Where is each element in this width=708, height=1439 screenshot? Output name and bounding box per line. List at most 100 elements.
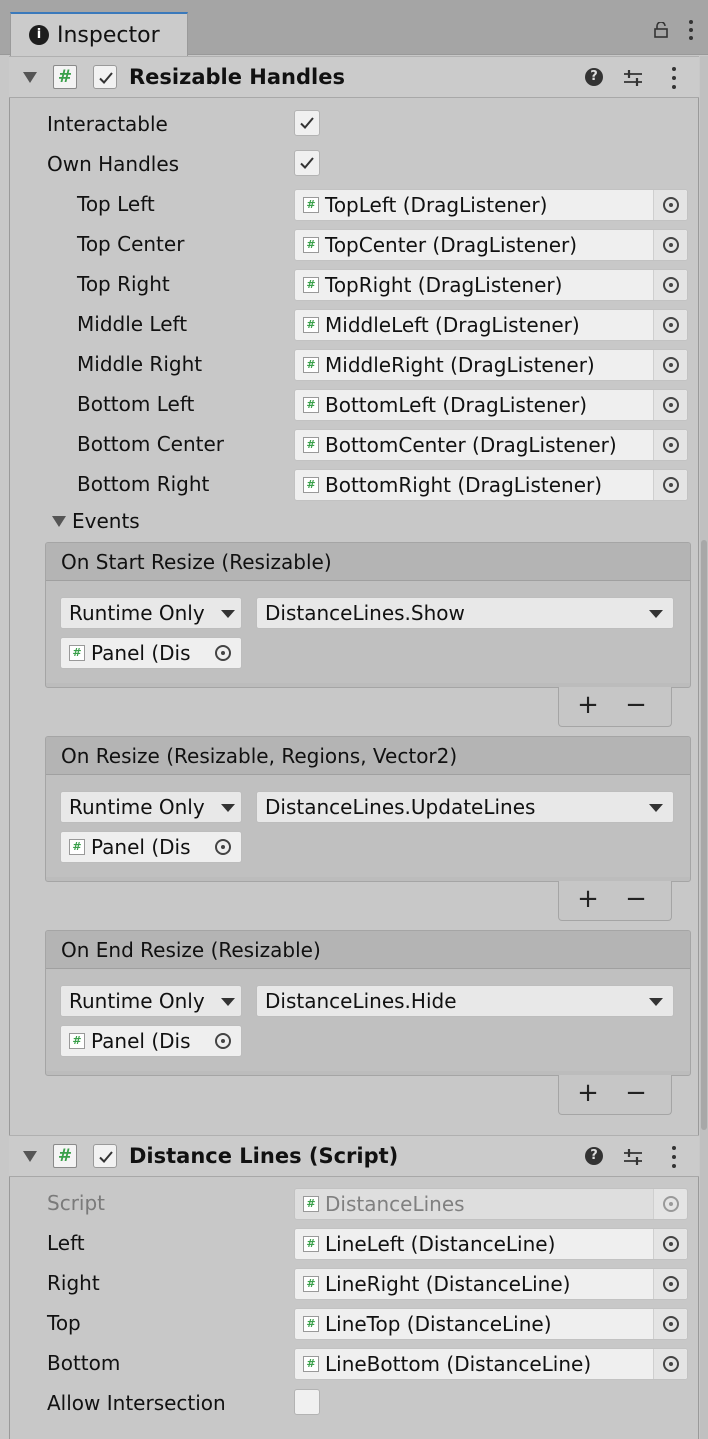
object-picker-button[interactable]	[653, 1229, 687, 1259]
handle-field-top-left[interactable]: # TopLeft (DragListener)	[294, 189, 688, 221]
object-picker-icon[interactable]	[215, 645, 231, 661]
handle-label-top-center: Top Center	[77, 232, 185, 256]
runtime-mode-dropdown[interactable]: Runtime Only	[60, 597, 242, 629]
object-picker-icon	[663, 1316, 679, 1332]
checkmark-icon	[300, 157, 314, 169]
top-line-field[interactable]: # LineTop (DistanceLine)	[294, 1308, 688, 1340]
interactable-checkbox[interactable]	[294, 110, 320, 136]
event-title: On End Resize (Resizable)	[61, 938, 321, 962]
dropdown-value: Runtime Only	[69, 989, 205, 1013]
object-picker-button[interactable]	[653, 230, 687, 260]
object-picker-button[interactable]	[653, 310, 687, 340]
events-foldout-icon[interactable]	[52, 516, 66, 527]
add-listener-button[interactable]: +	[573, 886, 603, 913]
target-object-field[interactable]: # Panel (Dis	[60, 637, 242, 669]
script-icon: #	[303, 277, 319, 293]
remove-listener-button[interactable]: −	[621, 886, 651, 913]
handle-field-top-center[interactable]: # TopCenter (DragListener)	[294, 229, 688, 261]
inspector-window: i Inspector # Resizable Handles ? Intera…	[0, 0, 708, 1439]
event-listener-entry[interactable]: Runtime Only DistanceLines.Hide # Panel …	[46, 969, 690, 1071]
script-icon: #	[53, 1144, 77, 1168]
right-line-field[interactable]: # LineRight (DistanceLine)	[294, 1268, 688, 1300]
add-listener-button[interactable]: +	[573, 692, 603, 719]
component-header-resizable[interactable]: # Resizable Handles ?	[9, 56, 699, 98]
field-value: MiddleRight (DragListener)	[325, 353, 595, 377]
add-listener-button[interactable]: +	[573, 1080, 603, 1107]
object-picker-button[interactable]	[653, 470, 687, 500]
handle-field-middle-right[interactable]: # MiddleRight (DragListener)	[294, 349, 688, 381]
checkmark-icon	[99, 1151, 113, 1163]
object-picker-button[interactable]	[653, 1349, 687, 1379]
events-foldout-label[interactable]: Events	[72, 509, 140, 533]
handle-field-top-right[interactable]: # TopRight (DragListener)	[294, 269, 688, 301]
help-icon[interactable]: ?	[585, 68, 603, 86]
object-picker-icon	[663, 317, 679, 333]
runtime-mode-dropdown[interactable]: Runtime Only	[60, 985, 242, 1017]
object-picker-button[interactable]	[653, 430, 687, 460]
script-icon: #	[303, 1236, 319, 1252]
script-icon: #	[303, 477, 319, 493]
target-object-field[interactable]: # Panel (Dis	[60, 831, 242, 863]
event-add-remove-bar: + −	[558, 1075, 672, 1115]
foldout-arrow-icon[interactable]	[23, 72, 37, 83]
preset-sliders-icon[interactable]	[623, 68, 643, 88]
event-listener-entry[interactable]: Runtime Only DistanceLines.UpdateLines #…	[46, 775, 690, 877]
handle-label-middle-right: Middle Right	[77, 352, 203, 376]
object-picker-button[interactable]	[653, 390, 687, 420]
function-dropdown[interactable]: DistanceLines.UpdateLines	[256, 791, 674, 823]
object-picker-button[interactable]	[653, 350, 687, 380]
component-title: Distance Lines (Script)	[129, 1144, 399, 1168]
object-picker-icon[interactable]	[215, 1033, 231, 1049]
handle-field-bottom-right[interactable]: # BottomRight (DragListener)	[294, 469, 688, 501]
own-handles-checkbox[interactable]	[294, 150, 320, 176]
lock-icon[interactable]	[654, 22, 668, 38]
component-menu-icon[interactable]	[671, 67, 677, 89]
script-icon: #	[303, 1316, 319, 1332]
field-value: LineTop (DistanceLine)	[325, 1312, 552, 1336]
scrollbar-thumb[interactable]	[701, 540, 707, 1130]
event-header: On Start Resize (Resizable)	[46, 543, 690, 581]
function-dropdown[interactable]: DistanceLines.Hide	[256, 985, 674, 1017]
object-picker-button[interactable]	[653, 1309, 687, 1339]
handle-field-bottom-center[interactable]: # BottomCenter (DragListener)	[294, 429, 688, 461]
object-picker-button[interactable]	[653, 190, 687, 220]
target-value: Panel (Dis	[91, 641, 191, 665]
preset-sliders-icon[interactable]	[623, 1147, 643, 1167]
handle-field-bottom-left[interactable]: # BottomLeft (DragListener)	[294, 389, 688, 421]
object-picker-button[interactable]	[653, 1269, 687, 1299]
component-enable-checkbox[interactable]	[93, 1144, 117, 1168]
object-picker-icon	[663, 277, 679, 293]
object-picker-button[interactable]	[653, 270, 687, 300]
handle-label-bottom-center: Bottom Center	[77, 432, 225, 456]
script-icon: #	[303, 1196, 319, 1212]
script-label: Script	[47, 1191, 106, 1215]
kebab-menu-icon[interactable]	[688, 20, 694, 40]
bottom-line-field[interactable]: # LineBottom (DistanceLine)	[294, 1348, 688, 1380]
script-icon: #	[303, 197, 319, 213]
allow-intersection-checkbox[interactable]	[294, 1389, 320, 1415]
script-icon: #	[53, 65, 77, 89]
remove-listener-button[interactable]: −	[621, 692, 651, 719]
component-menu-icon[interactable]	[671, 1146, 677, 1168]
chevron-down-icon	[649, 610, 663, 618]
checkmark-icon	[99, 72, 113, 84]
event-header: On Resize (Resizable, Regions, Vector2)	[46, 737, 690, 775]
target-object-field[interactable]: # Panel (Dis	[60, 1025, 242, 1057]
component-enable-checkbox[interactable]	[93, 65, 117, 89]
field-value: LineBottom (DistanceLine)	[325, 1352, 592, 1376]
component-header-distance-lines[interactable]: # Distance Lines (Script) ?	[9, 1135, 699, 1177]
handle-field-middle-left[interactable]: # MiddleLeft (DragListener)	[294, 309, 688, 341]
event-listener-entry[interactable]: Runtime Only DistanceLines.Show # Panel …	[46, 581, 690, 683]
function-dropdown[interactable]: DistanceLines.Show	[256, 597, 674, 629]
left-line-field[interactable]: # LineLeft (DistanceLine)	[294, 1228, 688, 1260]
object-picker-icon[interactable]	[215, 839, 231, 855]
runtime-mode-dropdown[interactable]: Runtime Only	[60, 791, 242, 823]
dropdown-value: DistanceLines.Hide	[265, 989, 457, 1013]
chevron-down-icon	[221, 998, 235, 1006]
target-value: Panel (Dis	[91, 835, 191, 859]
script-field: # DistanceLines	[294, 1188, 688, 1220]
remove-listener-button[interactable]: −	[621, 1080, 651, 1107]
tab-inspector[interactable]: i Inspector	[10, 12, 188, 56]
help-icon[interactable]: ?	[585, 1147, 603, 1165]
foldout-arrow-icon[interactable]	[23, 1151, 37, 1162]
